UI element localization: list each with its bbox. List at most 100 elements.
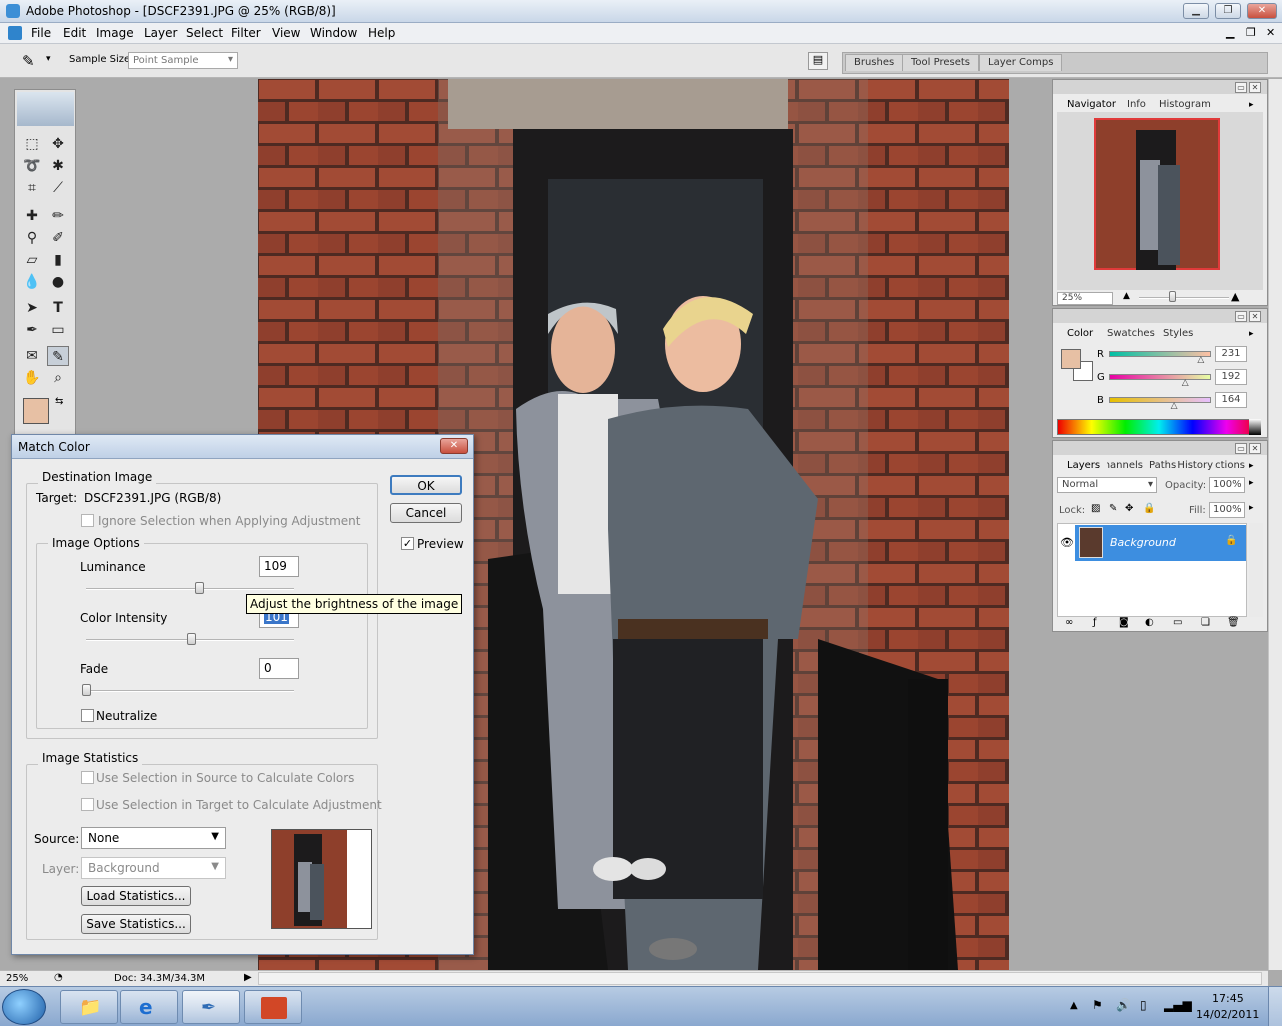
network-signal-icon[interactable]: ▂▄▆ xyxy=(1164,998,1192,1012)
clone-stamp-tool-icon[interactable]: ⚲ xyxy=(21,228,43,248)
panel-close-button[interactable]: ✕ xyxy=(1249,82,1261,93)
lock-position-icon[interactable]: ✥ xyxy=(1125,503,1133,514)
action-center-flag-icon[interactable]: ⚑ xyxy=(1092,998,1103,1012)
dialog-close-button[interactable]: ✕ xyxy=(440,438,468,454)
pen-tool-icon[interactable]: ✒ xyxy=(21,320,43,340)
tab-channels[interactable]: Channels xyxy=(1107,460,1143,471)
zoom-tool-icon[interactable]: ⌕ xyxy=(47,368,69,388)
magic-wand-tool-icon[interactable]: ✱ xyxy=(47,156,69,176)
channel-field-g[interactable]: 192 xyxy=(1215,369,1247,385)
menu-image[interactable]: Image xyxy=(96,26,134,40)
blur-tool-icon[interactable]: 💧 xyxy=(21,272,43,292)
volume-icon[interactable]: 🔊 xyxy=(1116,998,1131,1012)
menu-layer[interactable]: Layer xyxy=(144,26,177,40)
lock-all-icon[interactable]: 🔒 xyxy=(1143,503,1155,514)
tab-info[interactable]: Info xyxy=(1127,99,1146,110)
show-desktop-button[interactable] xyxy=(1268,987,1282,1026)
history-brush-tool-icon[interactable]: ✐ xyxy=(47,228,69,248)
marquee-tool-icon[interactable]: ⬚ xyxy=(21,134,43,154)
taskbar-explorer[interactable]: 📁 xyxy=(60,990,118,1024)
show-hidden-icons-icon[interactable]: ▲ xyxy=(1070,1000,1078,1011)
visibility-eye-icon[interactable]: 👁 xyxy=(1060,536,1074,549)
delete-layer-icon[interactable]: 🗑 xyxy=(1227,617,1240,628)
move-tool-icon[interactable]: ✥ xyxy=(47,134,69,154)
eyedropper-icon[interactable]: ✎ xyxy=(22,52,35,70)
channel-field-b[interactable]: 164 xyxy=(1215,392,1247,408)
taskbar-internet-explorer[interactable]: e xyxy=(120,990,178,1024)
channel-track-g[interactable] xyxy=(1109,374,1211,380)
clock-time[interactable]: 17:45 xyxy=(1212,992,1244,1005)
type-tool-icon[interactable]: T xyxy=(47,298,69,318)
tab-paths[interactable]: Paths xyxy=(1149,460,1176,471)
color-intensity-slider[interactable] xyxy=(187,633,197,645)
neutralize-checkbox[interactable] xyxy=(81,709,94,722)
foreground-color-swatch[interactable] xyxy=(1061,349,1081,369)
gradient-tool-icon[interactable]: ▮ xyxy=(47,250,69,270)
lasso-tool-icon[interactable]: ➰ xyxy=(21,156,43,176)
panel-minimize-button[interactable]: ▭ xyxy=(1235,443,1247,454)
power-icon[interactable]: ▯ xyxy=(1140,998,1147,1012)
layer-mask-icon[interactable]: ◙ xyxy=(1119,617,1129,628)
channel-slider-b[interactable]: △ xyxy=(1171,401,1178,411)
status-zoom[interactable]: 25% xyxy=(6,973,28,984)
tool-preset-dropdown-icon[interactable]: ▾ xyxy=(46,54,51,64)
notes-tool-icon[interactable]: ✉ xyxy=(21,346,43,366)
zoom-in-icon[interactable]: ▲ xyxy=(1231,290,1239,303)
opacity-field[interactable]: 100% xyxy=(1209,477,1245,493)
taskbar-powerpoint[interactable] xyxy=(244,990,302,1024)
app-menu-icon[interactable] xyxy=(8,26,22,40)
tab-actions[interactable]: Actions xyxy=(1215,460,1245,471)
preview-checkbox[interactable]: ✓ xyxy=(401,537,414,550)
slice-tool-icon[interactable]: ⟋ xyxy=(47,178,69,198)
status-menu-arrow-icon[interactable]: ▶ xyxy=(244,972,252,983)
start-button[interactable] xyxy=(2,989,46,1025)
tab-histogram[interactable]: Histogram xyxy=(1159,99,1211,110)
save-statistics-button[interactable]: Save Statistics... xyxy=(81,914,191,934)
lock-transparency-icon[interactable]: ▨ xyxy=(1091,503,1100,514)
channel-slider-r[interactable]: △ xyxy=(1197,355,1204,365)
menu-file[interactable]: File xyxy=(31,26,51,40)
shape-tool-icon[interactable]: ▭ xyxy=(47,320,69,340)
minimize-button[interactable]: ▁ xyxy=(1183,3,1209,19)
navigator-thumbnail[interactable] xyxy=(1094,118,1220,270)
new-layer-icon[interactable]: ❏ xyxy=(1201,617,1210,628)
workspace-scrollbar[interactable] xyxy=(1268,79,1282,970)
healing-brush-tool-icon[interactable]: ✚ xyxy=(21,206,43,226)
panel-menu-icon[interactable]: ▸ xyxy=(1249,100,1254,110)
panel-close-button[interactable]: ✕ xyxy=(1249,443,1261,454)
fade-field[interactable]: 0 xyxy=(259,658,299,679)
doc-minimize-button[interactable]: ▁ xyxy=(1226,26,1234,39)
menu-edit[interactable]: Edit xyxy=(63,26,86,40)
channel-track-b[interactable] xyxy=(1109,397,1211,403)
panel-minimize-button[interactable]: ▭ xyxy=(1235,82,1247,93)
horizontal-scrollbar[interactable] xyxy=(258,972,1262,985)
opacity-slider-arrow-icon[interactable]: ▸ xyxy=(1249,478,1254,488)
source-select[interactable]: None ▼ xyxy=(81,827,226,849)
foreground-color-swatch[interactable] xyxy=(23,398,49,424)
luminance-field[interactable]: 109 xyxy=(259,556,299,577)
ok-button[interactable]: OK xyxy=(390,475,462,495)
brush-tool-icon[interactable]: ✏ xyxy=(47,206,69,226)
taskbar-photoshop[interactable]: ✒ xyxy=(182,990,240,1024)
fade-slider[interactable] xyxy=(82,684,91,696)
menu-view[interactable]: View xyxy=(272,26,300,40)
channel-slider-g[interactable]: △ xyxy=(1182,378,1189,388)
tab-tool-presets[interactable]: Tool Presets xyxy=(902,54,979,71)
eraser-tool-icon[interactable]: ▱ xyxy=(21,250,43,270)
swap-colors-icon[interactable]: ⇆ xyxy=(55,396,63,407)
menu-help[interactable]: Help xyxy=(368,26,395,40)
layer-select[interactable]: Background ▼ xyxy=(81,857,226,879)
doc-restore-button[interactable]: ❐ xyxy=(1246,26,1256,39)
restore-button[interactable]: ❐ xyxy=(1215,3,1241,19)
layers-scrollbar[interactable] xyxy=(1249,523,1263,617)
close-window-button[interactable]: ✕ xyxy=(1247,3,1277,19)
dodge-tool-icon[interactable]: ● xyxy=(47,272,69,292)
adjustment-layer-icon[interactable]: ◐ xyxy=(1145,617,1154,628)
doc-close-button[interactable]: ✕ xyxy=(1266,26,1275,39)
channel-field-r[interactable]: 231 xyxy=(1215,346,1247,362)
sample-size-select[interactable]: Point Sample ▾ xyxy=(128,52,238,69)
use-target-selection-checkbox[interactable] xyxy=(81,798,94,811)
status-info-icon[interactable]: ◔ xyxy=(54,972,63,983)
tab-color[interactable]: Color xyxy=(1067,328,1093,339)
tab-styles[interactable]: Styles xyxy=(1163,328,1193,339)
